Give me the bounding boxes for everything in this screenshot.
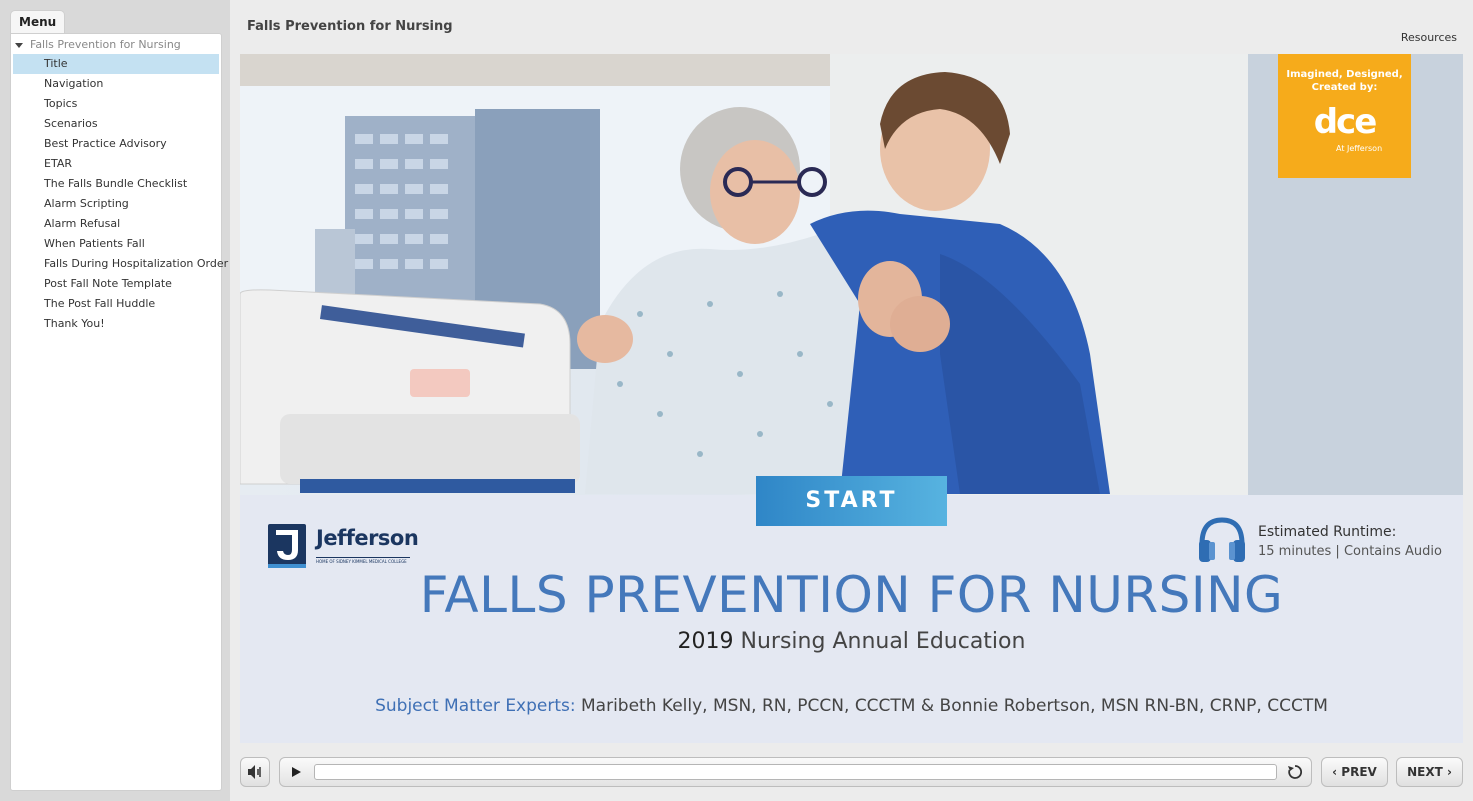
chevron-right-icon: › (1442, 765, 1452, 779)
jefferson-j-icon (268, 524, 306, 568)
menu-item-title[interactable]: Title (13, 54, 219, 74)
menu-root-item[interactable]: Falls Prevention for Nursing (15, 37, 181, 53)
menu-item-falls-during-hospitalization-order[interactable]: Falls During Hospitalization Order (13, 254, 228, 274)
next-label: NEXT (1407, 765, 1443, 779)
runtime-detail: 15 minutes | Contains Audio (1258, 544, 1442, 559)
prev-button[interactable]: ‹ PREV (1321, 757, 1388, 787)
menu-item-etar[interactable]: ETAR (13, 154, 219, 174)
menu-item-falls-bundle-checklist[interactable]: The Falls Bundle Checklist (13, 174, 219, 194)
menu-panel: Falls Prevention for Nursing Title Navig… (10, 33, 228, 791)
start-button[interactable]: START (756, 476, 947, 526)
playback-bar (279, 757, 1312, 787)
menu-item-alarm-scripting[interactable]: Alarm Scripting (13, 194, 219, 214)
badge-line-2: Created by: (1311, 82, 1378, 93)
dce-logo: dce (1313, 102, 1378, 142)
subtitle-text: Nursing Annual Education (733, 629, 1026, 654)
slide: Imagined, Designed, Created by: dce At J… (240, 54, 1463, 743)
menu-item-post-fall-huddle[interactable]: The Post Fall Huddle (13, 294, 219, 314)
prev-label: PREV (1341, 765, 1377, 779)
chevron-left-icon: ‹ (1332, 765, 1342, 779)
badge-sub: At Jefferson (1336, 144, 1383, 153)
next-button[interactable]: NEXT › (1396, 757, 1463, 787)
replay-icon[interactable] (1286, 763, 1304, 781)
resources-link[interactable]: Resources (1401, 31, 1457, 44)
experts-names: Maribeth Kelly, MSN, RN, PCCN, CCCTM & B… (575, 696, 1328, 716)
menu-item-when-patients-fall[interactable]: When Patients Fall (13, 234, 219, 254)
slide-title: FALLS PREVENTION FOR NURSING (419, 566, 1284, 624)
menu-item-alarm-refusal[interactable]: Alarm Refusal (13, 214, 219, 234)
menu-root-label: Falls Prevention for Nursing (30, 38, 181, 51)
menu-item-thank-you[interactable]: Thank You! (13, 314, 219, 334)
volume-icon (248, 765, 261, 779)
hero-photo: Imagined, Designed, Created by: dce At J… (240, 54, 1463, 495)
menu-item-post-fall-note-template[interactable]: Post Fall Note Template (13, 274, 219, 294)
subtitle-year: 2019 (677, 629, 734, 654)
sidebar: Menu Falls Prevention for Nursing Title … (0, 0, 230, 801)
volume-button[interactable] (240, 757, 270, 787)
jefferson-name: Jefferson (316, 526, 419, 550)
caret-down-icon[interactable] (15, 43, 23, 48)
menu-list: Title Navigation Topics Scenarios Best P… (13, 54, 228, 334)
play-icon[interactable] (290, 766, 302, 778)
dce-badge: Imagined, Designed, Created by: dce At J… (1278, 54, 1411, 178)
menu-item-topics[interactable]: Topics (13, 94, 219, 114)
headphones-icon (1199, 517, 1245, 562)
menu-item-scenarios[interactable]: Scenarios (13, 114, 219, 134)
course-title: Falls Prevention for Nursing (247, 19, 453, 34)
menu-item-best-practice-advisory[interactable]: Best Practice Advisory (13, 134, 219, 154)
slide-subtitle: 2019 Nursing Annual Education (240, 629, 1463, 654)
seek-bar[interactable] (314, 764, 1277, 780)
runtime-label: Estimated Runtime: (1258, 524, 1397, 540)
badge-line-1: Imagined, Designed, (1286, 69, 1403, 80)
experts-label: Subject Matter Experts: (375, 696, 576, 716)
jefferson-tagline: HOME OF SIDNEY KIMMEL MEDICAL COLLEGE (316, 557, 410, 564)
menu-item-navigation[interactable]: Navigation (13, 74, 219, 94)
runtime-info: Estimated Runtime: 15 minutes | Contains… (1196, 510, 1456, 570)
menu-tab[interactable]: Menu (10, 10, 66, 34)
subject-matter-experts: Subject Matter Experts: Maribeth Kelly, … (240, 696, 1463, 716)
